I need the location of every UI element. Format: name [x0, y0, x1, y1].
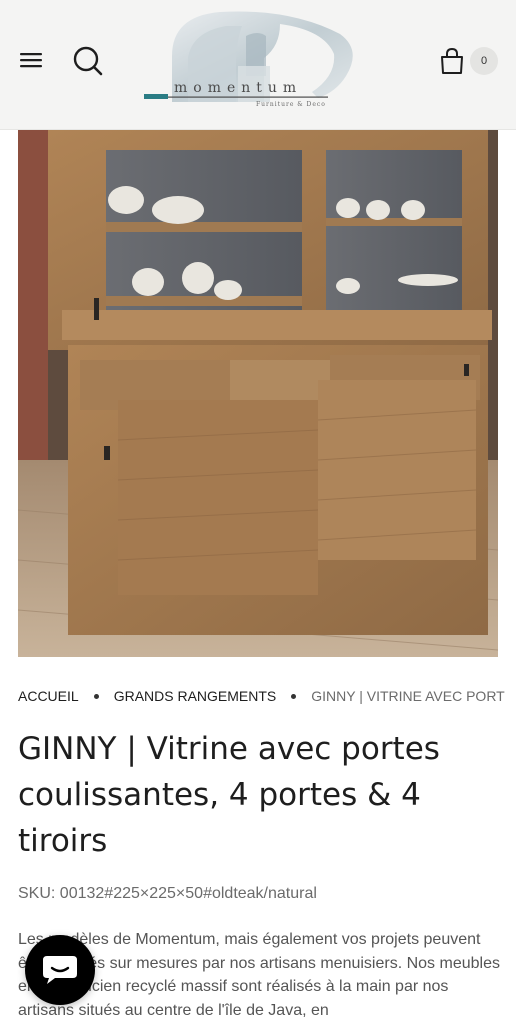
breadcrumb: ACCUEIL GRANDS RANGEMENTS GINNY | VITRIN…	[18, 686, 516, 706]
breadcrumb-current: GINNY | VITRINE AVEC PORT	[311, 688, 505, 704]
breadcrumb-category-link[interactable]: GRANDS RANGEMENTS	[114, 688, 277, 704]
breadcrumb-home-link[interactable]: ACCUEIL	[18, 688, 79, 704]
logo-wordmark: momentum	[174, 80, 303, 96]
product-sku: SKU: 00132#225×225×50#oldteak/natural	[18, 885, 317, 903]
chat-bubble-icon	[43, 956, 77, 984]
hamburger-menu-icon	[20, 53, 42, 68]
menu-button[interactable]	[18, 48, 46, 72]
search-icon	[73, 46, 103, 76]
logo-emblem	[144, 11, 353, 102]
product-title: GINNY | Vitrine avec portes coulissantes…	[18, 731, 440, 859]
chat-button[interactable]	[25, 935, 95, 1005]
search-button[interactable]	[72, 45, 104, 77]
breadcrumb-separator	[93, 693, 99, 699]
shopping-bag-icon	[441, 47, 463, 74]
cabinet-photo	[18, 130, 498, 657]
cart-button[interactable]	[438, 46, 466, 76]
sku-value: 00132#225×225×50#oldteak/natural	[59, 885, 317, 902]
logo-tagline: Furniture & Deco	[256, 101, 326, 108]
logo[interactable]	[140, 6, 360, 116]
site-header: momentum Furniture & Deco 0	[0, 0, 516, 130]
cart-count-badge[interactable]: 0	[470, 47, 498, 75]
product-image[interactable]	[18, 130, 498, 657]
sku-label: SKU:	[18, 885, 56, 902]
breadcrumb-separator	[291, 693, 297, 699]
